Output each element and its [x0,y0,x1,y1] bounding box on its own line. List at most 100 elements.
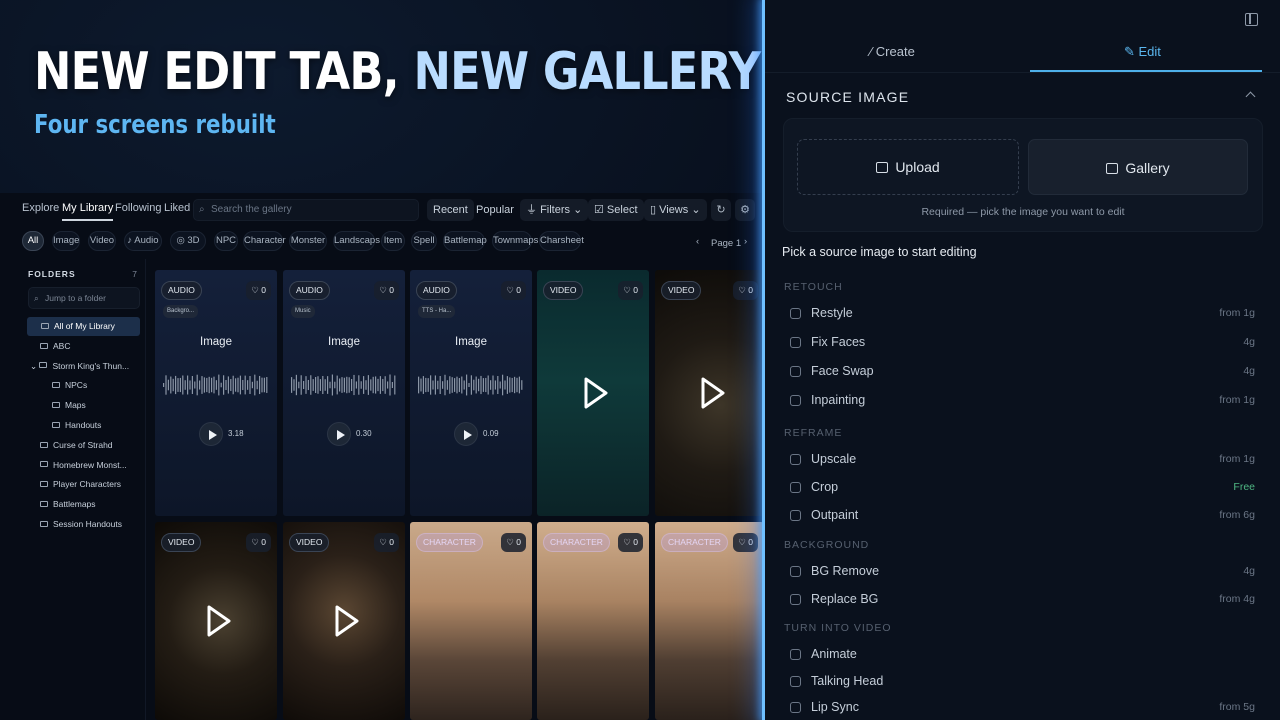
video-card[interactable]: VIDEO ♡ 0 [655,270,764,516]
folder-item[interactable]: Session Handouts [18,515,140,534]
filters-label: Filters [540,204,571,216]
like-button[interactable]: ♡ 0 [618,281,643,300]
upload-button[interactable]: Upload [797,139,1019,195]
video-card[interactable]: VIDEO ♡ 0 [537,270,649,516]
folder-item[interactable]: Curse of Strahd [18,436,140,455]
chip-image[interactable]: Image [52,231,80,251]
chip-townmaps[interactable]: Townmaps [492,231,538,251]
chip-audio[interactable]: ♪ Audio [124,231,162,251]
tool-upscale[interactable]: Upscale from 1g [790,451,1255,469]
play-button[interactable] [199,422,223,446]
character-card[interactable]: CHARACTER ♡ 0 [655,522,764,720]
images-icon [1106,163,1119,174]
play-icon[interactable] [334,604,360,638]
play-icon[interactable] [206,604,232,638]
gallery-button[interactable]: Gallery [1028,139,1248,195]
tool-outpaint[interactable]: Outpaint from 6g [790,507,1255,525]
tool-face-swap[interactable]: Face Swap 4g [790,363,1255,381]
chip-charsheet[interactable]: Charsheet [539,231,584,251]
folder-item[interactable]: Maps [18,396,140,415]
chip-video[interactable]: Video [88,231,116,251]
audio-card[interactable]: AUDIO ♡ 0 Music Image 0.30 [283,270,405,516]
heart-icon: ♡ [379,537,390,547]
tool-talking-head[interactable]: Talking Head [790,673,1255,691]
chip-landscaps[interactable]: Landscaps [333,231,380,251]
heart-icon: ♡ [251,285,262,295]
tool-animate[interactable]: Animate [790,646,1255,664]
play-button[interactable] [327,422,351,446]
audio-card[interactable]: AUDIO ♡ 0 TTS - Ha... Image 0.09 [410,270,532,516]
folder-item[interactable]: Battlemaps [18,495,140,514]
character-card[interactable]: CHARACTER ♡ 0 [410,522,532,720]
folder-item[interactable]: Handouts [18,416,140,435]
tab-edit[interactable]: ✎ Edit [1124,44,1161,60]
chevron-down-icon: ⌄ [30,360,40,371]
audio-card[interactable]: AUDIO ♡ 0 Backgro... Image 3.18 [155,270,277,516]
folders-sidebar: FOLDERS 7 ⌕ Jump to a folder All of My Li… [18,259,146,720]
settings-icon[interactable]: ⚙ [735,199,755,221]
chip-monster[interactable]: Monster [289,231,327,251]
folder-search-input[interactable]: ⌕ Jump to a folder [28,287,140,309]
like-button[interactable]: ♡ 0 [733,281,758,300]
nav-following[interactable]: Following [115,202,161,214]
folder-item[interactable]: Player Characters [18,475,140,494]
chevron-left-icon[interactable]: ‹ [696,236,699,247]
like-button[interactable]: ♡ 0 [246,533,271,552]
play-icon[interactable] [700,376,726,410]
views-button[interactable]: ▯ Views ⌄ [644,199,707,221]
folders-count: 7 [132,269,137,279]
gallery-search-input[interactable]: ⌕ Search the gallery [193,199,419,221]
like-button[interactable]: ♡ 0 [733,533,758,552]
chip-item[interactable]: Item [381,231,405,251]
tab-create[interactable]: ⁄ Create [870,44,915,59]
chip-npc[interactable]: NPC [214,231,238,251]
like-button[interactable]: ♡ 0 [618,533,643,552]
like-button[interactable]: ♡ 0 [374,281,399,300]
chevron-right-icon[interactable]: › [744,236,747,247]
play-icon[interactable] [583,376,609,410]
chip-spell[interactable]: Spell [411,231,437,251]
video-card[interactable]: VIDEO ♡ 0 [155,522,277,720]
chevron-up-icon[interactable] [1245,91,1256,102]
type-badge: VIDEO [543,281,584,300]
tool-bg-remove[interactable]: BG Remove 4g [790,563,1255,581]
sort-popular-button[interactable]: Popular [470,199,520,221]
video-card[interactable]: VIDEO ♡ 0 [283,522,405,720]
character-card[interactable]: CHARACTER ♡ 0 [537,522,649,720]
select-icon: ☑ [594,204,607,216]
tool-restyle[interactable]: Restyle from 1g [790,305,1255,323]
chip-battlemap[interactable]: Battlemap [443,231,487,251]
chip-3d[interactable]: ◎ 3D [170,231,206,251]
microphone-icon [790,675,801,687]
like-button[interactable]: ♡ 0 [374,533,399,552]
nav-explore[interactable]: Explore [22,202,59,214]
tool-inpainting[interactable]: Inpainting from 1g [790,392,1255,410]
tool-lip-sync[interactable]: Lip Sync from 5g [790,699,1255,717]
like-button[interactable]: ♡ 0 [501,281,526,300]
folder-label: NPCs [65,380,88,391]
chip-all[interactable]: All [22,231,44,251]
folder-item[interactable]: NPCs [18,376,140,395]
chip-label: Charsheet [540,235,584,246]
nav-my-library[interactable]: My Library [62,202,114,221]
pick-prompt: Pick a source image to start editing [782,245,977,259]
tool-crop[interactable]: Crop Free [790,479,1255,497]
section-title: SOURCE IMAGE [786,89,910,105]
play-button[interactable] [454,422,478,446]
filters-button[interactable]: ⏚ Filters ⌄ [520,199,589,221]
folder-item[interactable]: All of My Library [27,317,140,336]
tool-fix-faces[interactable]: Fix Faces 4g [790,334,1255,352]
chip-character[interactable]: Character [243,231,286,251]
folder-item[interactable]: ⌄ Storm King's Thun... [18,357,140,376]
folder-item[interactable]: ABC [18,337,140,356]
like-button[interactable]: ♡ 0 [501,533,526,552]
refresh-icon[interactable]: ↻ [711,199,731,221]
tool-replace-bg[interactable]: Replace BG from 4g [790,591,1255,609]
sort-recent-button[interactable]: Recent [427,199,474,221]
collapse-panel-icon[interactable] [1245,13,1258,26]
nav-liked[interactable]: Liked [164,202,190,214]
like-count: 0 [516,285,521,295]
folder-item[interactable]: Homebrew Monst... [18,456,140,475]
like-button[interactable]: ♡ 0 [246,281,271,300]
select-button[interactable]: ☑ Select [588,199,644,221]
